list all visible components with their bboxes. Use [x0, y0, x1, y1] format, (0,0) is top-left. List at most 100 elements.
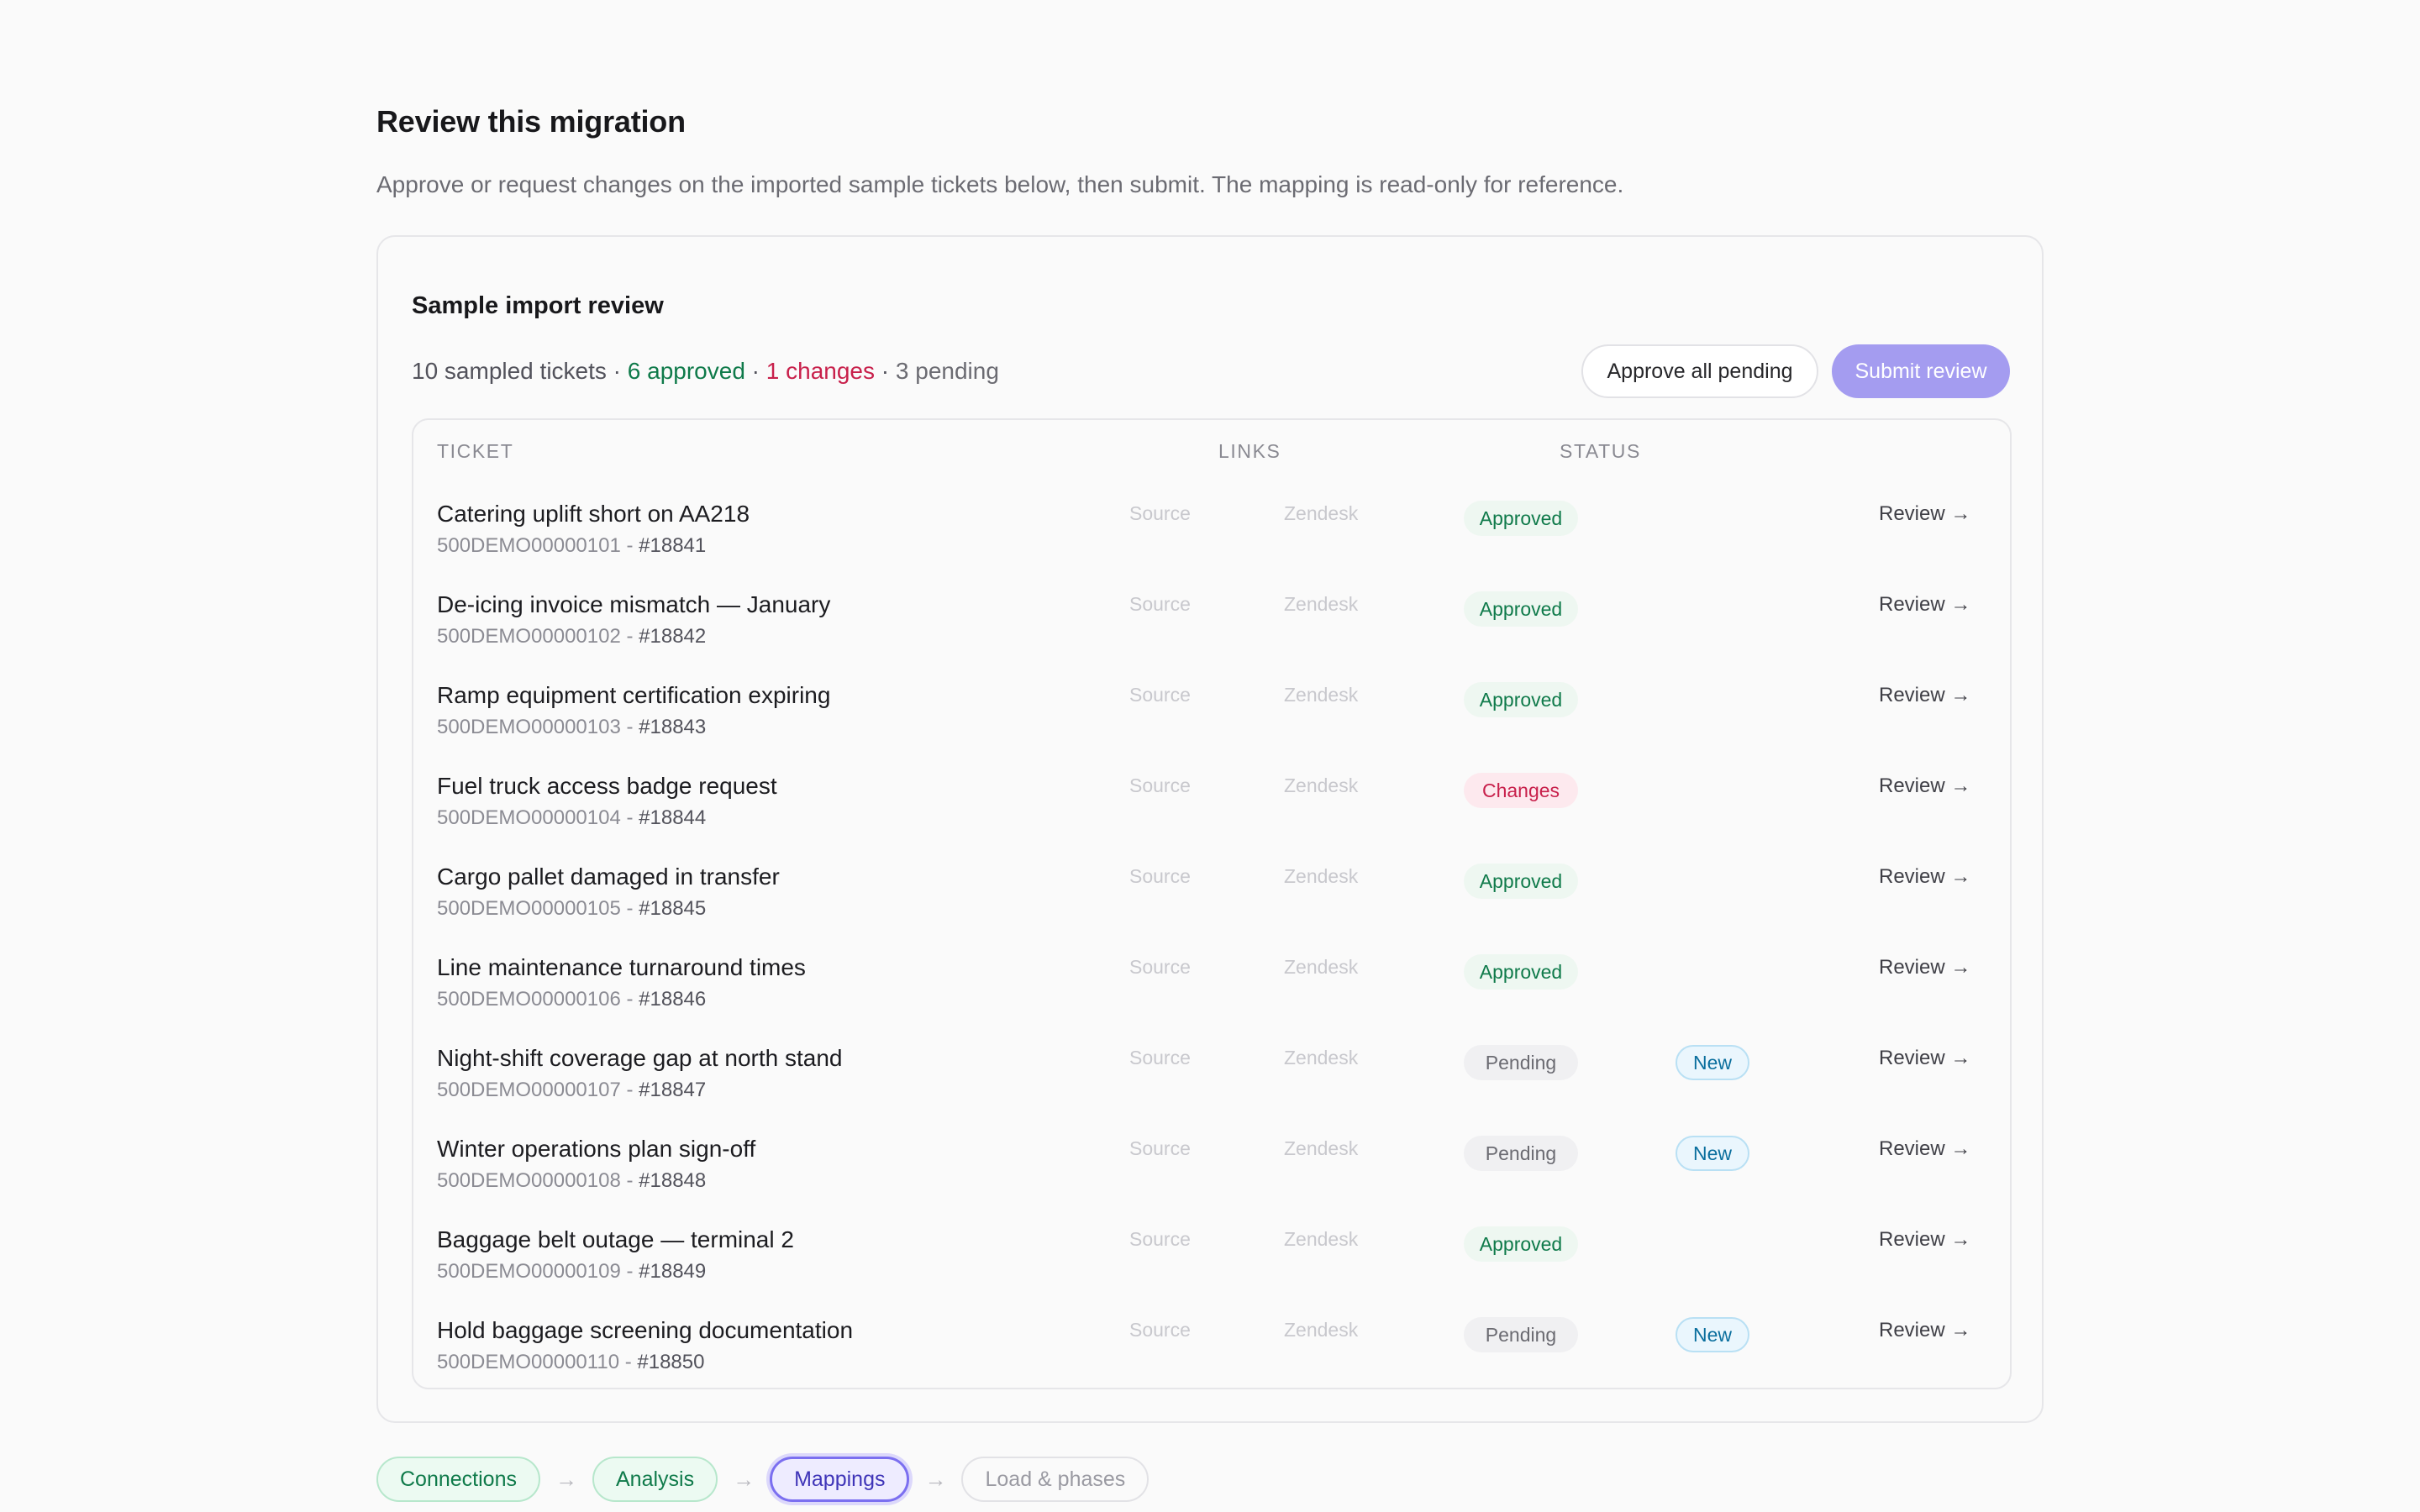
zendesk-link[interactable]: Zendesk: [1284, 593, 1358, 616]
status-badge: Approved: [1464, 954, 1578, 990]
step-connections[interactable]: Connections: [376, 1457, 540, 1502]
status-badge: Approved: [1464, 501, 1578, 536]
ticket-reference: 500DEMO00000105 - #18845: [437, 897, 706, 921]
status-badge: Pending: [1464, 1136, 1578, 1171]
page-title: Review this migration: [376, 104, 686, 139]
ticket-number: #18842: [639, 625, 707, 648]
ticket-number: #18845: [639, 897, 707, 920]
submit-review-button[interactable]: Submit review: [1832, 344, 2010, 398]
review-link[interactable]: Review →: [1879, 1137, 1970, 1161]
migration-steps: Connections → Analysis → Mappings → Load…: [376, 1457, 1150, 1502]
zendesk-link[interactable]: Zendesk: [1284, 956, 1358, 979]
ticket-source-id: 500DEMO00000105: [437, 897, 621, 920]
table-row: Baggage belt outage — terminal 2 500DEMO0…: [413, 1220, 2010, 1310]
page-subtitle: Approve or request changes on the import…: [376, 171, 1624, 197]
ticket-source-id: 500DEMO00000107: [437, 1079, 621, 1101]
table-row: Ramp equipment certification expiring 500…: [413, 675, 2010, 766]
zendesk-link[interactable]: Zendesk: [1284, 1228, 1358, 1251]
table-row: Hold baggage screening documentation 500D…: [413, 1310, 2010, 1401]
new-badge: New: [1676, 1045, 1749, 1080]
source-link[interactable]: Source: [1129, 1047, 1191, 1069]
ticket-number: #18844: [639, 806, 707, 829]
ticket-title: Winter operations plan sign-off: [437, 1136, 756, 1162]
review-link[interactable]: Review →: [1879, 684, 1970, 707]
source-link[interactable]: Source: [1129, 865, 1191, 888]
step-load-and-phases[interactable]: Load & phases: [961, 1457, 1150, 1502]
ticket-ref-separator: -: [620, 716, 639, 738]
ticket-reference: 500DEMO00000109 - #18849: [437, 1260, 706, 1284]
ticket-reference: 500DEMO00000103 - #18843: [437, 716, 706, 739]
ticket-ref-separator: -: [620, 1169, 639, 1192]
ticket-title: Baggage belt outage — terminal 2: [437, 1226, 794, 1252]
ticket-ref-separator: -: [619, 1351, 638, 1373]
ticket-source-id: 500DEMO00000106: [437, 988, 621, 1011]
ticket-title: Cargo pallet damaged in transfer: [437, 864, 780, 890]
zendesk-link[interactable]: Zendesk: [1284, 865, 1358, 888]
table-row: Catering uplift short on AA218 500DEMO000…: [413, 494, 2010, 585]
zendesk-link[interactable]: Zendesk: [1284, 774, 1358, 797]
zendesk-link[interactable]: Zendesk: [1284, 1319, 1358, 1341]
zendesk-link[interactable]: Zendesk: [1284, 1137, 1358, 1160]
source-link[interactable]: Source: [1129, 774, 1191, 797]
source-link[interactable]: Source: [1129, 1319, 1191, 1341]
review-link[interactable]: Review →: [1879, 1319, 1970, 1342]
table-row: Fuel truck access badge request 500DEMO00…: [413, 766, 2010, 857]
ticket-ref-separator: -: [620, 897, 639, 920]
review-link[interactable]: Review →: [1879, 1047, 1970, 1070]
ticket-number: #18850: [637, 1351, 705, 1373]
ticket-source-id: 500DEMO00000104: [437, 806, 621, 829]
ticket-ref-separator: -: [620, 988, 639, 1011]
ticket-ref-separator: -: [620, 534, 639, 557]
source-link[interactable]: Source: [1129, 502, 1191, 525]
source-link[interactable]: Source: [1129, 593, 1191, 616]
ticket-ref-separator: -: [620, 625, 639, 648]
summary-separator: ·: [875, 358, 896, 384]
table-row: De-icing invoice mismatch — January 500DE…: [413, 585, 2010, 675]
status-badge: Approved: [1464, 591, 1578, 627]
ticket-title: De-icing invoice mismatch — January: [437, 591, 831, 617]
review-link[interactable]: Review →: [1879, 956, 1970, 979]
review-link[interactable]: Review →: [1879, 593, 1970, 617]
source-link[interactable]: Source: [1129, 1137, 1191, 1160]
status-badge: Pending: [1464, 1045, 1578, 1080]
column-header-ticket: TICKET: [437, 440, 514, 462]
pending-count: 3 pending: [895, 358, 999, 384]
ticket-number: #18846: [639, 988, 707, 1011]
approve-all-pending-button[interactable]: Approve all pending: [1581, 344, 1818, 398]
ticket-title: Hold baggage screening documentation: [437, 1317, 854, 1343]
ticket-source-id: 500DEMO00000108: [437, 1169, 621, 1192]
review-link[interactable]: Review →: [1879, 502, 1970, 526]
arrow-right-icon: →: [733, 1466, 755, 1492]
sampled-count: 10 sampled tickets: [412, 358, 607, 384]
step-analysis[interactable]: Analysis: [592, 1457, 718, 1502]
zendesk-link[interactable]: Zendesk: [1284, 684, 1358, 706]
column-header-status: STATUS: [1560, 440, 1641, 462]
ticket-reference: 500DEMO00000106 - #18846: [437, 988, 706, 1011]
table-row: Winter operations plan sign-off 500DEMO00…: [413, 1129, 2010, 1220]
zendesk-link[interactable]: Zendesk: [1284, 502, 1358, 525]
source-link[interactable]: Source: [1129, 684, 1191, 706]
ticket-number: #18849: [639, 1260, 707, 1283]
ticket-source-id: 500DEMO00000109: [437, 1260, 621, 1283]
review-link[interactable]: Review →: [1879, 865, 1970, 889]
ticket-number: #18841: [639, 534, 707, 557]
review-link[interactable]: Review →: [1879, 1228, 1970, 1252]
arrow-right-icon: →: [924, 1466, 947, 1492]
ticket-number: #18843: [639, 716, 707, 738]
source-link[interactable]: Source: [1129, 1228, 1191, 1251]
ticket-source-id: 500DEMO00000102: [437, 625, 621, 648]
zendesk-link[interactable]: Zendesk: [1284, 1047, 1358, 1069]
ticket-ref-separator: -: [620, 1260, 639, 1283]
column-header-links: LINKS: [1218, 440, 1281, 462]
summary-separator: ·: [744, 358, 766, 384]
approved-count: 6 approved: [627, 358, 745, 384]
new-badge: New: [1676, 1317, 1749, 1352]
ticket-title: Ramp equipment certification expiring: [437, 682, 831, 708]
new-badge: New: [1676, 1136, 1749, 1171]
status-badge: Approved: [1464, 864, 1578, 899]
summary-separator: ·: [606, 358, 628, 384]
step-mappings[interactable]: Mappings: [770, 1457, 910, 1502]
status-badge: Approved: [1464, 682, 1578, 717]
review-link[interactable]: Review →: [1879, 774, 1970, 798]
source-link[interactable]: Source: [1129, 956, 1191, 979]
